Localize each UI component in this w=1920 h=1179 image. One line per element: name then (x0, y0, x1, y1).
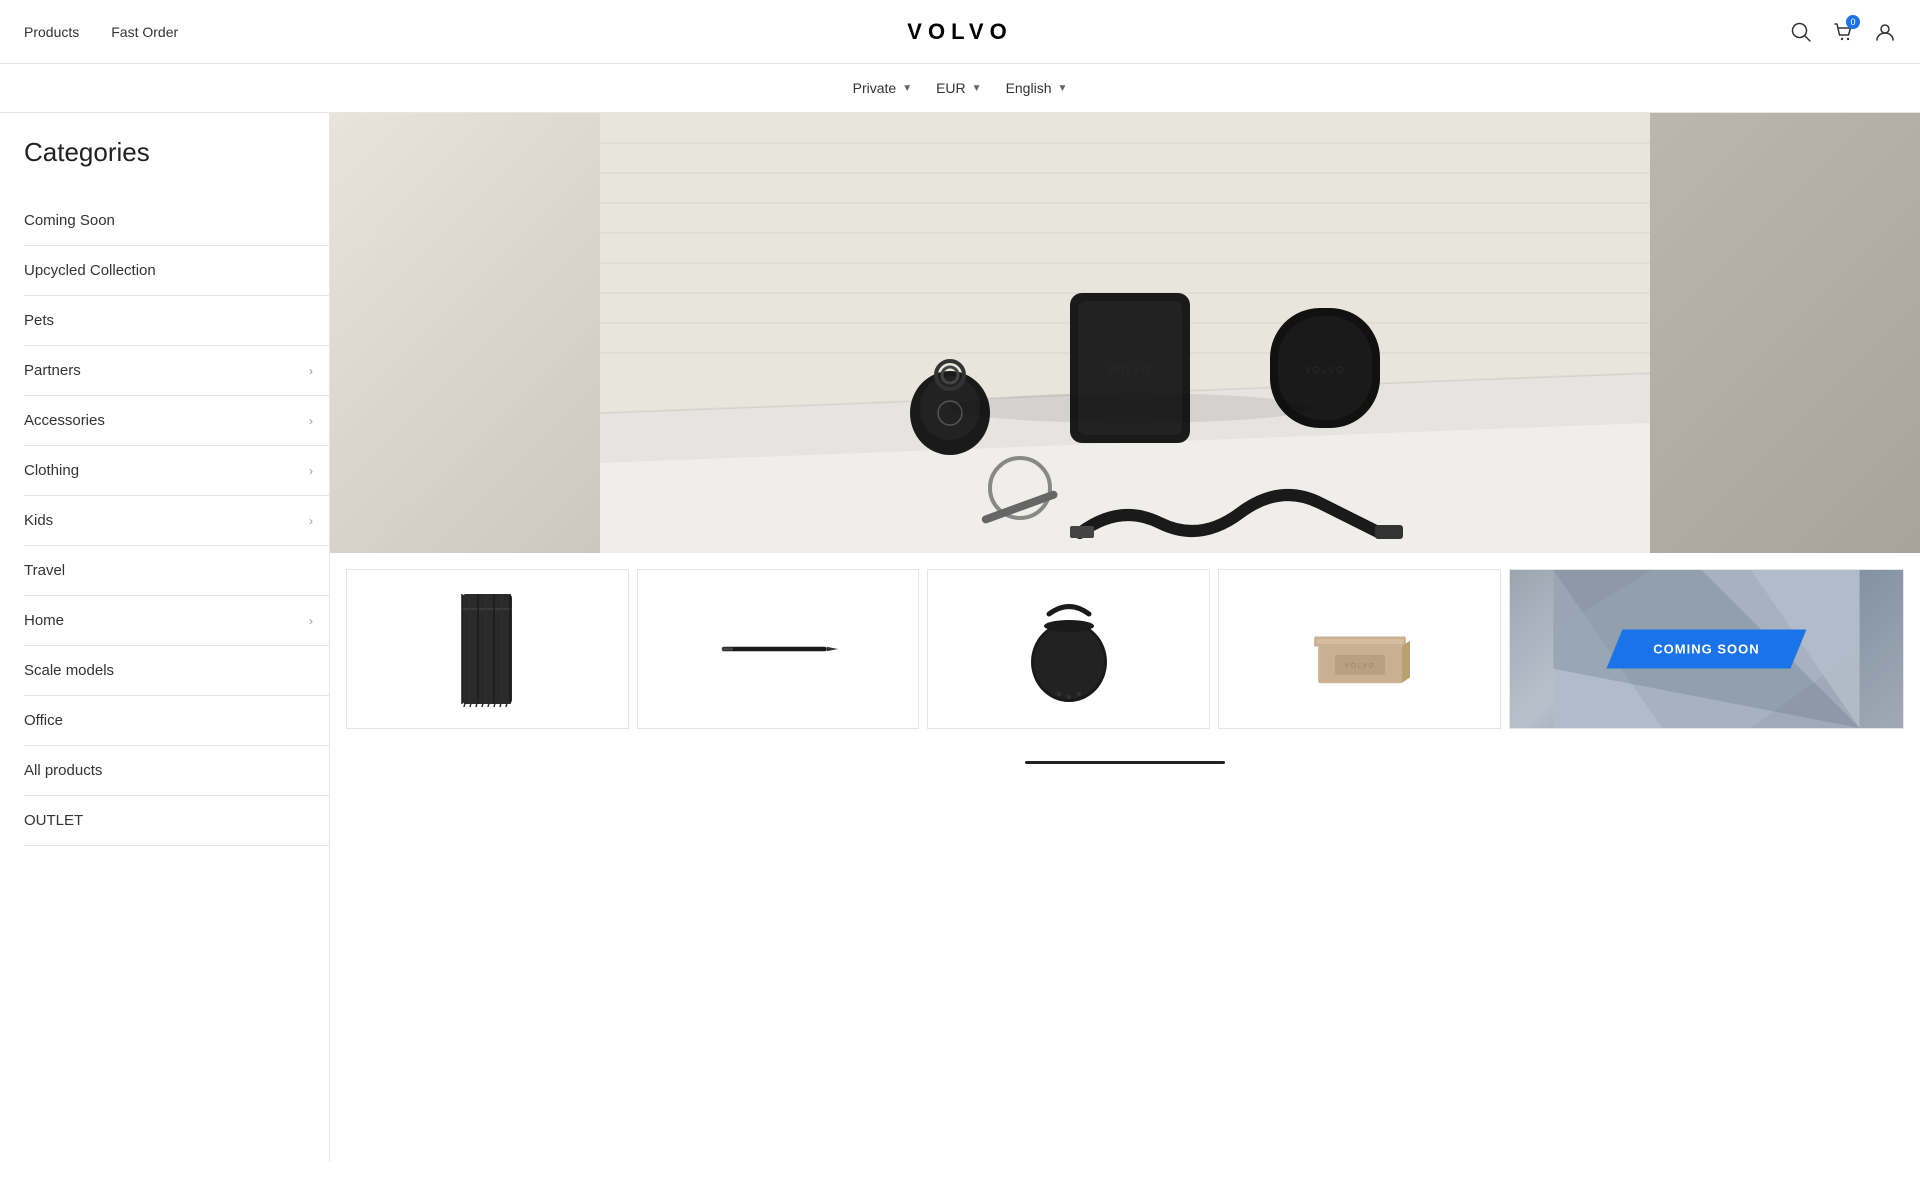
svg-text:VOLVO: VOLVO (1344, 662, 1375, 669)
hero-illustration: VOLVO VOLVO (330, 113, 1920, 553)
sidebar-item-label: Office (24, 712, 63, 729)
cart-badge: 0 (1846, 15, 1860, 29)
language-label: English (1006, 80, 1052, 96)
sidebar-item-travel[interactable]: Travel (24, 546, 329, 596)
private-label: Private (853, 80, 897, 96)
hero-banner: VOLVO VOLVO (330, 113, 1920, 553)
logo[interactable]: VOLVO (907, 19, 1012, 45)
sidebar-item-label: Home (24, 612, 64, 629)
sidebar-item-label: Clothing (24, 462, 79, 479)
scarf-image (347, 570, 628, 728)
sidebar-item-outlet[interactable]: OUTLET (24, 796, 329, 846)
sidebar-item-partners[interactable]: Partners › (24, 346, 329, 396)
sidebar-item-home[interactable]: Home › (24, 596, 329, 646)
header-right-icons: 0 (1790, 21, 1896, 43)
chevron-right-icon: › (309, 364, 313, 378)
sidebar-item-accessories[interactable]: Accessories › (24, 396, 329, 446)
box-image: VOLVO (1219, 570, 1500, 728)
sidebar-item-label: Kids (24, 512, 53, 529)
private-chevron: ▼ (902, 83, 912, 94)
chevron-right-icon: › (309, 414, 313, 428)
pen-image (638, 570, 919, 728)
products-link[interactable]: Products (24, 24, 79, 40)
sidebar-item-label: Coming Soon (24, 212, 115, 229)
sidebar-item-label: Scale models (24, 662, 114, 679)
header: Products Fast Order VOLVO 0 (0, 0, 1920, 64)
bag-image (928, 570, 1209, 728)
sidebar-title: Categories (24, 137, 329, 168)
sub-header: Private ▼ EUR ▼ English ▼ (0, 64, 1920, 113)
sidebar-item-label: Travel (24, 562, 65, 579)
scroll-indicator (330, 745, 1920, 772)
sidebar-item-coming-soon[interactable]: Coming Soon (24, 196, 329, 246)
account-icon[interactable] (1874, 21, 1896, 43)
main-layout: Categories Coming Soon Upcycled Collectio… (0, 113, 1920, 1162)
currency-chevron: ▼ (972, 83, 982, 94)
sidebar-item-all-products[interactable]: All products (24, 746, 329, 796)
chevron-right-icon: › (309, 464, 313, 478)
currency-label: EUR (936, 80, 966, 96)
coming-soon-banner: COMING SOON (1606, 630, 1806, 669)
sidebar-item-label: OUTLET (24, 812, 83, 829)
private-selector[interactable]: Private ▼ (853, 80, 912, 96)
sidebar-item-clothing[interactable]: Clothing › (24, 446, 329, 496)
chevron-right-icon: › (309, 614, 313, 628)
product-thumb-box[interactable]: VOLVO (1218, 569, 1501, 729)
cart-icon[interactable]: 0 (1832, 21, 1854, 43)
sidebar-item-office[interactable]: Office (24, 696, 329, 746)
hero-background: VOLVO VOLVO (330, 113, 1920, 553)
coming-soon-thumb[interactable]: COMING SOON (1509, 569, 1904, 729)
sidebar-item-label: Accessories (24, 412, 105, 429)
sidebar-item-scale-models[interactable]: Scale models (24, 646, 329, 696)
sidebar-item-pets[interactable]: Pets (24, 296, 329, 346)
sidebar-item-label: Upcycled Collection (24, 262, 156, 279)
main-content: VOLVO VOLVO (330, 113, 1920, 1162)
fast-order-link[interactable]: Fast Order (111, 24, 178, 40)
chevron-right-icon: › (309, 514, 313, 528)
product-thumb-bag[interactable] (927, 569, 1210, 729)
scroll-line (1025, 761, 1225, 764)
product-grid: VOLVO COMING SOON (330, 553, 1920, 745)
sidebar-item-upcycled-collection[interactable]: Upcycled Collection (24, 246, 329, 296)
currency-selector[interactable]: EUR ▼ (936, 80, 981, 96)
sidebar-item-kids[interactable]: Kids › (24, 496, 329, 546)
search-icon[interactable] (1790, 21, 1812, 43)
svg-text:VOLVO: VOLVO (1108, 365, 1152, 376)
sidebar-item-label: Partners (24, 362, 81, 379)
language-chevron: ▼ (1057, 83, 1067, 94)
product-thumb-pen[interactable] (637, 569, 920, 729)
language-selector[interactable]: English ▼ (1006, 80, 1068, 96)
header-left-nav: Products Fast Order (24, 24, 178, 40)
sidebar-items-container: Coming Soon Upcycled Collection Pets Partne… (24, 196, 329, 846)
sidebar: Categories Coming Soon Upcycled Collectio… (0, 113, 330, 1162)
product-thumb-scarf[interactable] (346, 569, 629, 729)
sidebar-item-label: Pets (24, 312, 54, 329)
sidebar-item-label: All products (24, 762, 102, 779)
svg-text:VOLVO: VOLVO (1305, 365, 1345, 375)
